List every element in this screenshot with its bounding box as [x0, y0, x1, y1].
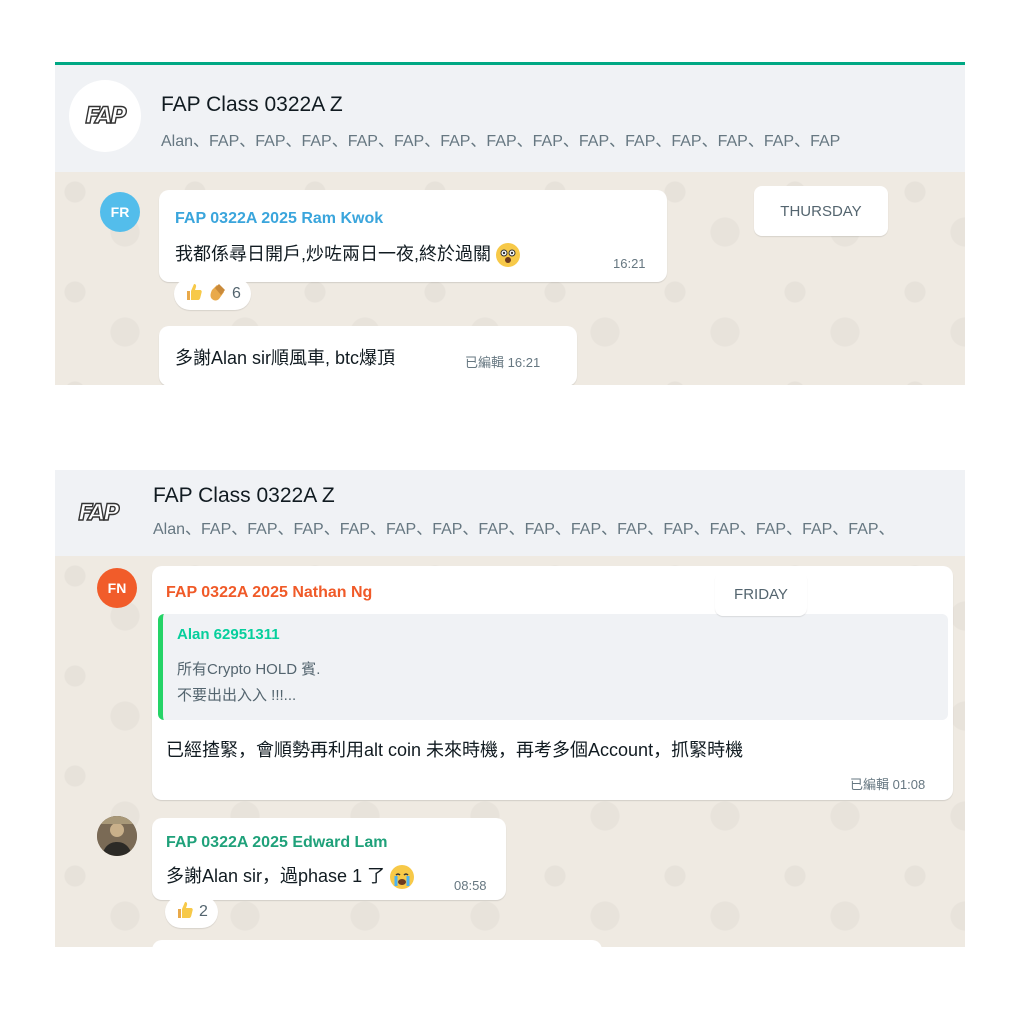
group-members: Alan、FAP、FAP、FAP、FAP、FAP、FAP、FAP、FAP、FAP…	[161, 133, 841, 150]
sender-avatar[interactable]: FR	[100, 192, 140, 232]
quote-author: Alan 62951311	[177, 626, 280, 643]
sender-avatar[interactable]: FN	[97, 568, 137, 608]
edited-label: 已編輯	[465, 355, 505, 370]
reaction-badge[interactable]: 6	[174, 278, 251, 310]
quoted-message[interactable]: Alan 62951311 所有Crypto HOLD 賓. 不要出出入入 !!…	[158, 614, 948, 720]
message-time: 01:08	[892, 777, 926, 792]
message-bubble[interactable]: FAP 0322A 2025 Nathan Ng Alan 62951311 所…	[152, 566, 953, 800]
profile-photo-icon	[97, 816, 137, 856]
message-bubble[interactable]: FAP 0322A 2025 Edward Lam 多謝Alan sir，過ph…	[152, 818, 506, 900]
reaction-count: 6	[232, 285, 241, 302]
group-logo: FAP	[78, 500, 121, 526]
message-time: 16:21	[507, 355, 541, 370]
message-meta: 已編輯 16:21	[465, 352, 540, 371]
message-meta: 已編輯 01:08	[850, 774, 925, 793]
message-text: 我都係尋日開戶,炒咗兩日一夜,終於過關	[175, 240, 521, 268]
message-bubble[interactable]: FAP 0322A 2025 Ram Kwok 我都係尋日開戶,炒咗兩日一夜,終…	[159, 190, 667, 282]
message-bubble[interactable]: 多謝Alan sir順風車, btc爆頂 已編輯 16:21	[159, 326, 577, 385]
chat-area[interactable]: FN FAP 0322A 2025 Nathan Ng Alan 6295131…	[55, 556, 965, 947]
quote-line: 所有Crypto HOLD 賓.	[177, 661, 321, 678]
reaction-count: 2	[199, 903, 208, 920]
reaction-badge[interactable]: 2	[165, 896, 218, 928]
group-title[interactable]: FAP Class 0322A Z	[161, 93, 343, 117]
chat-panel-thursday: FAP FAP Class 0322A Z Alan、FAP、FAP、FAP、F…	[55, 62, 965, 385]
message-text: 多謝Alan sir順風車, btc爆頂	[175, 348, 396, 368]
group-avatar[interactable]: FAP	[69, 80, 141, 152]
clapping-hands-icon	[208, 282, 228, 307]
quote-line: 不要出出入入 !!!...	[177, 687, 297, 704]
sender-name[interactable]: FAP 0322A 2025 Nathan Ng	[166, 584, 372, 602]
group-title[interactable]: FAP Class 0322A Z	[153, 484, 335, 508]
group-members: Alan、FAP、FAP、FAP、FAP、FAP、FAP、FAP、FAP、FAP…	[153, 521, 895, 538]
message-text: 已經揸緊，會順勢再利用alt coin 未來時機，再考多個Account，抓緊時…	[166, 740, 744, 760]
group-logo: FAP	[85, 103, 128, 129]
edited-label: 已編輯	[850, 777, 890, 792]
message-bubble-partial[interactable]	[152, 940, 602, 947]
crying-face-icon	[390, 865, 415, 890]
message-time: 08:58	[454, 878, 487, 893]
thumbs-up-icon	[175, 900, 195, 925]
day-divider: THURSDAY	[754, 186, 888, 236]
chat-area[interactable]: FR FAP 0322A 2025 Ram Kwok 我都係尋日開戶,炒咗兩日一…	[55, 172, 965, 385]
message-body: 多謝Alan sir，過phase 1 了	[166, 866, 386, 886]
astonished-face-icon	[496, 243, 521, 268]
chat-header[interactable]: FAP FAP Class 0322A Z Alan、FAP、FAP、FAP、F…	[55, 65, 965, 172]
sender-name[interactable]: FAP 0322A 2025 Edward Lam	[166, 834, 387, 852]
message-text: 多謝Alan sir，過phase 1 了	[166, 862, 415, 890]
message-body: 我都係尋日開戶,炒咗兩日一夜,終於過關	[175, 244, 492, 264]
message-time: 16:21	[613, 256, 646, 271]
thumbs-up-icon	[184, 282, 204, 307]
chat-header[interactable]: FAP FAP Class 0322A Z Alan、FAP、FAP、FAP、F…	[55, 470, 965, 556]
sender-avatar-photo[interactable]	[97, 816, 137, 856]
chat-panel-friday: FAP FAP Class 0322A Z Alan、FAP、FAP、FAP、F…	[55, 470, 965, 947]
sender-name[interactable]: FAP 0322A 2025 Ram Kwok	[175, 210, 383, 228]
day-divider: FRIDAY	[715, 572, 807, 616]
group-avatar[interactable]: FAP	[63, 478, 133, 548]
